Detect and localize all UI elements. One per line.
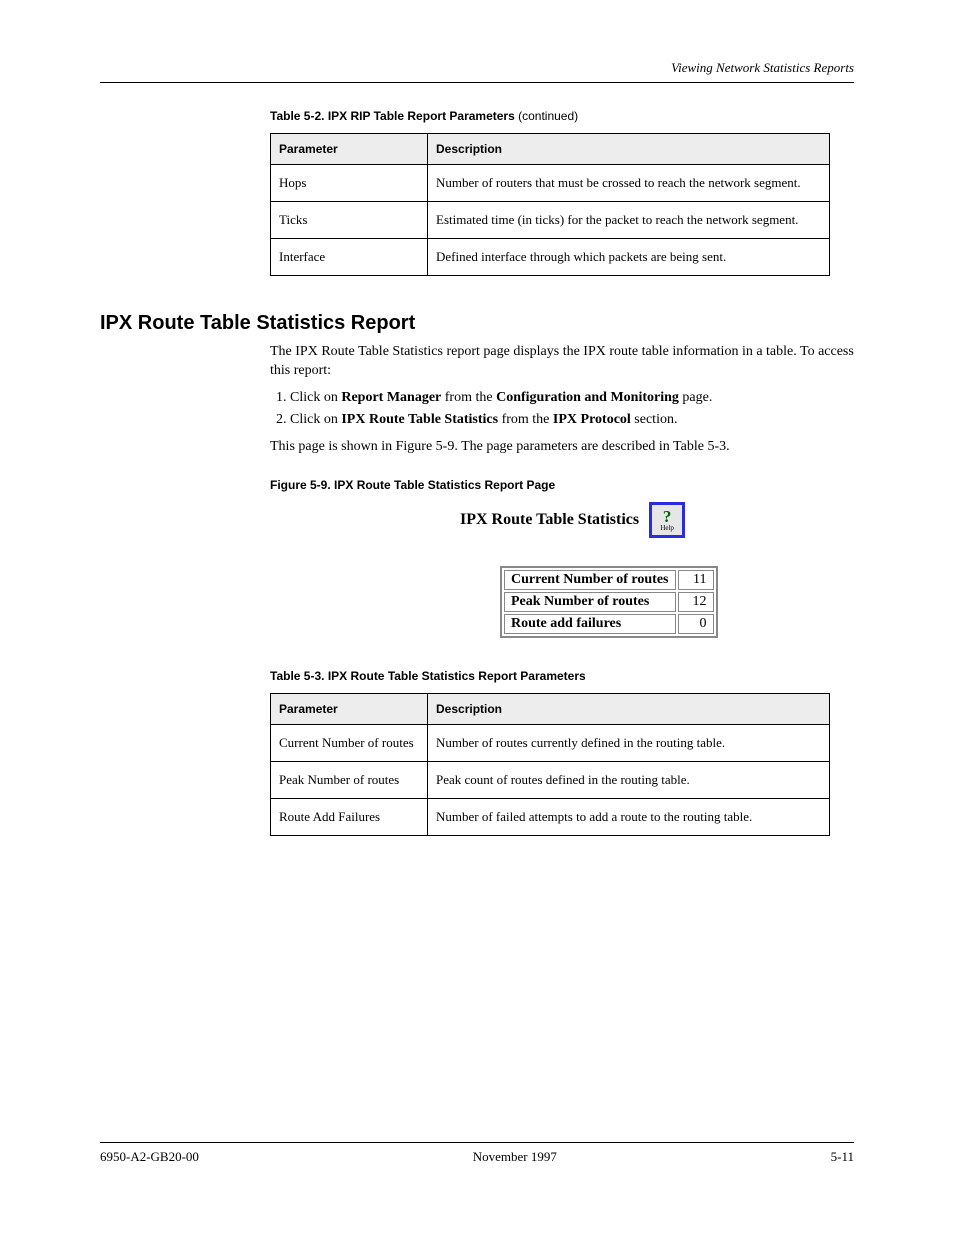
step-1: Click on Report Manager from the Configu… <box>290 389 854 408</box>
table-row: Interface Defined interface through whic… <box>271 239 830 276</box>
section-intro: The IPX Route Table Statistics report pa… <box>270 343 854 381</box>
table-row: Current Number of routes Number of route… <box>271 725 830 762</box>
table1-row2-param: Interface <box>271 239 428 276</box>
table1-row0-param: Hops <box>271 165 428 202</box>
help-icon: ? <box>663 508 672 525</box>
table2-caption: Table 5-3. IPX Route Table Statistics Re… <box>270 669 854 683</box>
table1-header-desc: Description <box>428 134 830 165</box>
table1: Parameter Description Hops Number of rou… <box>270 133 830 276</box>
table-row: Hops Number of routers that must be cros… <box>271 165 830 202</box>
table2-row1-param: Peak Number of routes <box>271 762 428 799</box>
table-row: Peak Number of routes Peak count of rout… <box>271 762 830 799</box>
figure: IPX Route Table Statistics ? Help Curren… <box>460 502 854 643</box>
stat-value-2: 0 <box>678 614 714 634</box>
stat-value-1: 12 <box>678 592 714 612</box>
table2: Parameter Description Current Number of … <box>270 693 830 836</box>
table-row: Peak Number of routes 12 <box>504 592 714 612</box>
table2-header-desc: Description <box>428 694 830 725</box>
section-title: IPX Route Table Statistics Report <box>100 312 854 335</box>
stat-value-0: 11 <box>678 570 714 590</box>
stat-label-2: Route add failures <box>504 614 676 634</box>
running-header: Viewing Network Statistics Reports <box>100 60 854 76</box>
table-row: Current Number of routes 11 <box>504 570 714 590</box>
page-footer: 6950-A2-GB20-00 November 1997 5-11 <box>100 1142 854 1165</box>
help-label: Help <box>660 525 674 532</box>
table2-row2-param: Route Add Failures <box>271 799 428 836</box>
table2-header-param: Parameter <box>271 694 428 725</box>
figure-caption: Figure 5-9. IPX Route Table Statistics R… <box>270 478 854 492</box>
table1-row1-desc: Estimated time (in ticks) for the packet… <box>428 202 830 239</box>
table2-row2-desc: Number of failed attempts to add a route… <box>428 799 830 836</box>
footer-date: November 1997 <box>473 1149 557 1165</box>
footer-docnum: 6950-A2-GB20-00 <box>100 1149 199 1165</box>
footer-pagenum: 5-11 <box>831 1149 854 1165</box>
table1-row2-desc: Defined interface through which packets … <box>428 239 830 276</box>
table1-header-param: Parameter <box>271 134 428 165</box>
table-row: Route Add Failures Number of failed atte… <box>271 799 830 836</box>
figure-title: IPX Route Table Statistics <box>460 511 639 529</box>
stat-label-1: Peak Number of routes <box>504 592 676 612</box>
table1-row1-param: Ticks <box>271 202 428 239</box>
header-rule <box>100 82 854 83</box>
step-2: Click on IPX Route Table Statistics from… <box>290 411 854 430</box>
table1-row0-desc: Number of routers that must be crossed t… <box>428 165 830 202</box>
table2-row1-desc: Peak count of routes defined in the rout… <box>428 762 830 799</box>
stat-label-0: Current Number of routes <box>504 570 676 590</box>
table-row: Route add failures 0 <box>504 614 714 634</box>
stats-table: Current Number of routes 11 Peak Number … <box>500 566 718 638</box>
table2-row0-desc: Number of routes currently defined in th… <box>428 725 830 762</box>
table2-row0-param: Current Number of routes <box>271 725 428 762</box>
help-button[interactable]: ? Help <box>649 502 685 538</box>
figure-reference: This page is shown in Figure 5-9. The pa… <box>270 438 854 457</box>
table1-caption: Table 5-2. IPX RIP Table Report Paramete… <box>270 109 854 123</box>
table-row: Ticks Estimated time (in ticks) for the … <box>271 202 830 239</box>
